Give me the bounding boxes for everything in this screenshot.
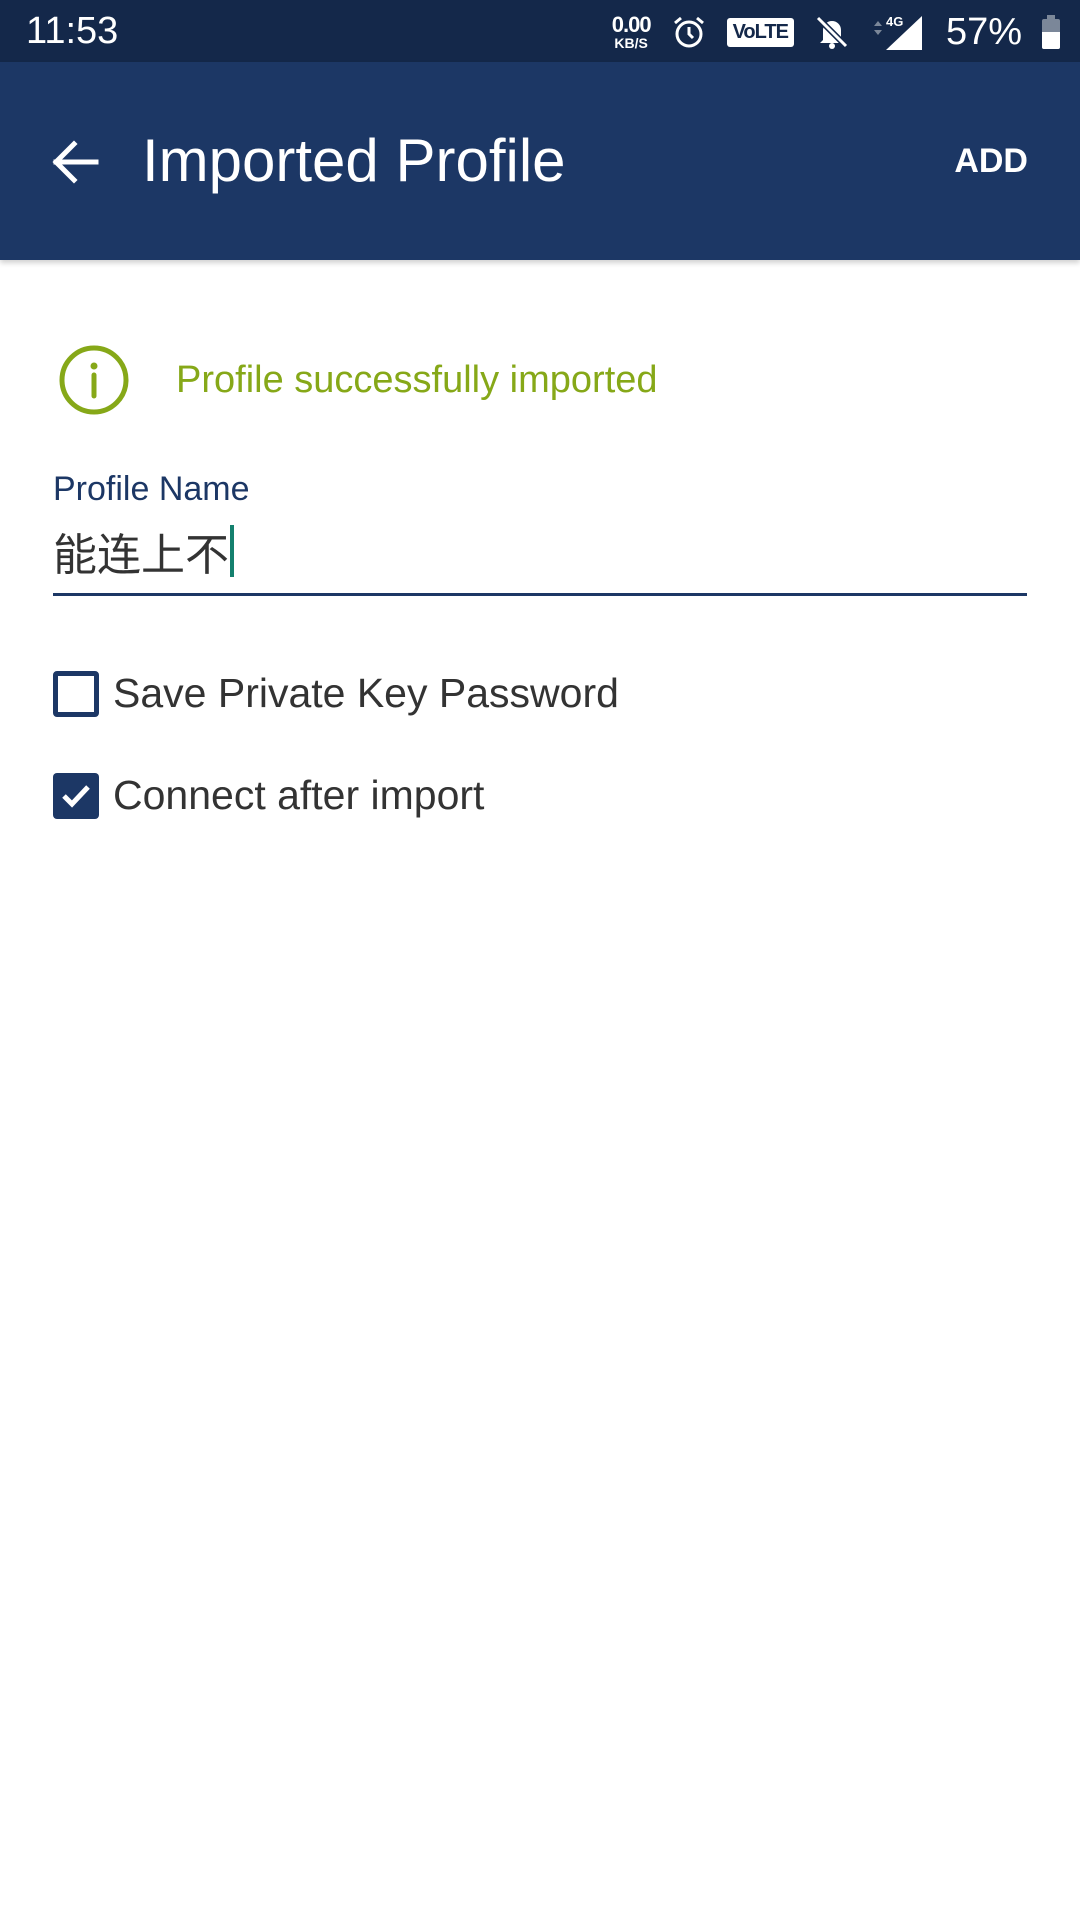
field-underline bbox=[53, 593, 1027, 596]
network-speed: 0.00 KB/S bbox=[611, 12, 652, 51]
info-circle-icon bbox=[59, 345, 129, 415]
battery-percent: 57% bbox=[945, 10, 1022, 53]
text-caret bbox=[230, 525, 234, 577]
connect-after-import-label: Connect after import bbox=[113, 772, 485, 818]
app-bar: Imported Profile ADD bbox=[0, 62, 1080, 260]
network-type: 4G bbox=[886, 14, 903, 29]
battery-icon bbox=[1042, 15, 1060, 49]
arrow-left-icon bbox=[52, 140, 99, 184]
profile-name-label: Profile Name bbox=[53, 470, 250, 508]
connect-after-import-option[interactable]: Connect after import bbox=[53, 772, 484, 819]
status-time: 11:53 bbox=[26, 10, 119, 52]
volte-icon: VoLTE bbox=[726, 17, 794, 47]
bell-muted-icon bbox=[815, 15, 849, 49]
network-speed-value: 0.00 bbox=[611, 12, 652, 37]
add-button[interactable]: ADD bbox=[954, 142, 1028, 181]
connect-after-import-checkbox[interactable] bbox=[53, 772, 99, 819]
save-private-key-password-option[interactable]: Save Private Key Password bbox=[53, 670, 619, 717]
info-message: Profile successfully imported bbox=[176, 358, 658, 401]
save-private-key-password-label: Save Private Key Password bbox=[113, 670, 619, 716]
save-private-key-password-checkbox[interactable] bbox=[53, 670, 99, 717]
alarm-icon bbox=[673, 16, 704, 48]
signal-icon: 4G bbox=[873, 14, 922, 50]
back-button[interactable] bbox=[46, 132, 106, 192]
status-icons: 0.00 KB/S VoLTE 4G 57% bbox=[612, 8, 1060, 56]
network-speed-unit: KB/S bbox=[614, 35, 648, 51]
checkmark-icon bbox=[62, 784, 90, 808]
page-title: Imported Profile bbox=[142, 127, 566, 194]
import-success-message: Profile successfully imported bbox=[58, 343, 658, 417]
status-bar: 11:53 0.00 KB/S VoLTE 4G 57% bbox=[0, 0, 1080, 62]
battery-level bbox=[1042, 31, 1060, 49]
profile-name-input[interactable]: 能连上不 bbox=[53, 521, 1027, 581]
profile-name-value: 能连上不 bbox=[53, 530, 229, 581]
profile-name-field: Profile Name 能连上不 bbox=[53, 470, 1027, 596]
